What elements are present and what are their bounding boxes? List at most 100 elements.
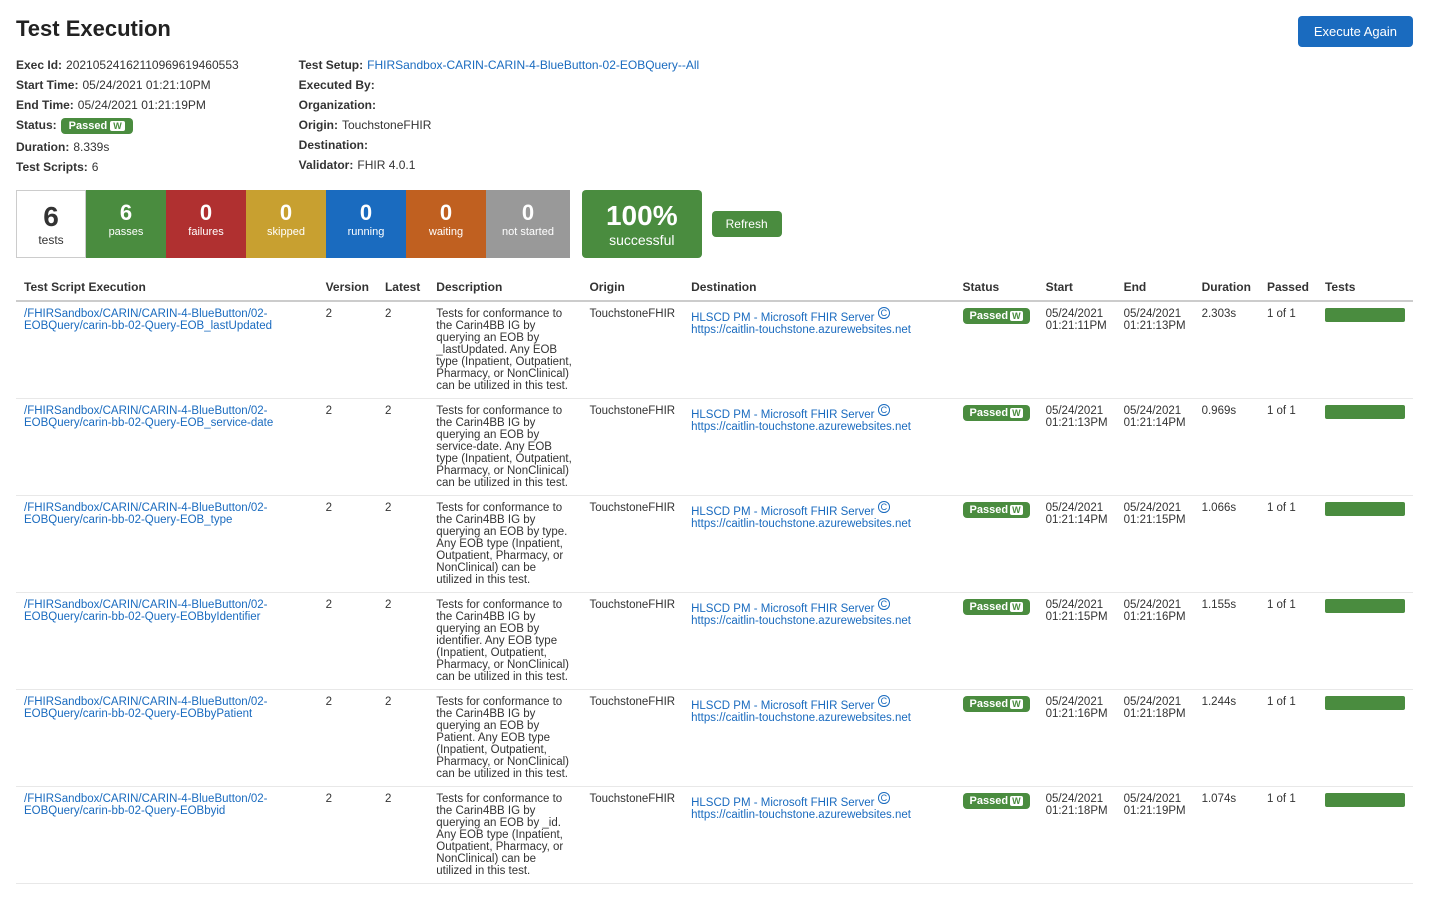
table-row: /FHIRSandbox/CARIN/CARIN-4-BlueButton/02… (16, 399, 1413, 496)
col-header-latest: Latest (377, 274, 428, 301)
progress-bar-fill (1325, 793, 1405, 807)
destination-cell: HLSCD PM - Microsoft FHIR Server C https… (683, 690, 954, 787)
col-header-version: Version (318, 274, 377, 301)
script-link[interactable]: /FHIRSandbox/CARIN/CARIN-4-BlueButton/02… (24, 599, 310, 623)
row-status-badge: Passed W (963, 793, 1030, 809)
progress-bar-fill (1325, 405, 1405, 419)
version-cell: 2 (318, 787, 377, 884)
description-cell: Tests for conformance to the Carin4BB IG… (428, 496, 581, 593)
start-cell: 05/24/202101:21:11PM (1038, 301, 1116, 399)
destination-cell: HLSCD PM - Microsoft FHIR Server C https… (683, 593, 954, 690)
destination-cell: HLSCD PM - Microsoft FHIR Server C https… (683, 399, 954, 496)
origin-cell: TouchstoneFHIR (581, 593, 683, 690)
summary-skipped: 0 skipped (246, 190, 326, 258)
description-cell: Tests for conformance to the Carin4BB IG… (428, 690, 581, 787)
destination-link[interactable]: HLSCD PM - Microsoft FHIR Server C https… (691, 409, 911, 433)
passed-cell: 1 of 1 (1259, 399, 1317, 496)
status-w-badge: W (110, 121, 125, 131)
execute-again-button[interactable]: Execute Again (1298, 16, 1413, 47)
duration-cell: 1.244s (1194, 690, 1259, 787)
failures-label: failures (182, 226, 230, 238)
end-cell: 05/24/202101:21:18PM (1116, 690, 1194, 787)
progress-bar-wrap (1325, 308, 1405, 322)
latest-cell: 2 (377, 301, 428, 399)
destination-link[interactable]: HLSCD PM - Microsoft FHIR Server C https… (691, 312, 911, 336)
exec-id-row: Exec Id: 20210524162110969619460553 (16, 58, 239, 72)
tests-cell (1317, 399, 1413, 496)
destination-cell: HLSCD PM - Microsoft FHIR Server C https… (683, 301, 954, 399)
test-scripts-label: Test Scripts: (16, 160, 88, 174)
waiting-label: waiting (422, 226, 470, 238)
tests-cell (1317, 301, 1413, 399)
table-row: /FHIRSandbox/CARIN/CARIN-4-BlueButton/02… (16, 593, 1413, 690)
exec-id-value: 20210524162110969619460553 (66, 58, 239, 72)
notstarted-label: not started (502, 226, 554, 238)
passed-cell: 1 of 1 (1259, 301, 1317, 399)
waiting-num: 0 (422, 200, 470, 226)
end-time-row: End Time: 05/24/2021 01:21:19PM (16, 98, 239, 112)
test-setup-link[interactable]: FHIRSandbox-CARIN-CARIN-4-BlueButton-02-… (367, 58, 699, 72)
row-status-badge: Passed W (963, 696, 1030, 712)
destination-link[interactable]: HLSCD PM - Microsoft FHIR Server C https… (691, 700, 911, 724)
summary-notstarted: 0 not started (486, 190, 570, 258)
version-cell: 2 (318, 593, 377, 690)
destination-link[interactable]: HLSCD PM - Microsoft FHIR Server C https… (691, 506, 911, 530)
progress-bar-fill (1325, 502, 1405, 516)
row-status-badge: Passed W (963, 308, 1030, 324)
script-link[interactable]: /FHIRSandbox/CARIN/CARIN-4-BlueButton/02… (24, 793, 310, 817)
end-cell: 05/24/202101:21:19PM (1116, 787, 1194, 884)
tests-cell (1317, 787, 1413, 884)
summary-running: 0 running (326, 190, 406, 258)
results-table: Test Script Execution Version Latest Des… (16, 274, 1413, 884)
destination-link[interactable]: HLSCD PM - Microsoft FHIR Server C https… (691, 603, 911, 627)
script-link[interactable]: /FHIRSandbox/CARIN/CARIN-4-BlueButton/02… (24, 308, 310, 332)
summary-success: 100% successful (582, 190, 702, 258)
description-cell: Tests for conformance to the Carin4BB IG… (428, 593, 581, 690)
duration-cell: 1.155s (1194, 593, 1259, 690)
start-time-row: Start Time: 05/24/2021 01:21:10PM (16, 78, 239, 92)
passed-cell: 1 of 1 (1259, 496, 1317, 593)
exec-id-label: Exec Id: (16, 58, 62, 72)
description-cell: Tests for conformance to the Carin4BB IG… (428, 787, 581, 884)
destination-link[interactable]: HLSCD PM - Microsoft FHIR Server C https… (691, 797, 911, 821)
end-time-label: End Time: (16, 98, 74, 112)
status-badge: Passed W (61, 118, 133, 134)
summary-passes: 6 passes (86, 190, 166, 258)
script-link[interactable]: /FHIRSandbox/CARIN/CARIN-4-BlueButton/02… (24, 696, 310, 720)
table-row: /FHIRSandbox/CARIN/CARIN-4-BlueButton/02… (16, 496, 1413, 593)
latest-cell: 2 (377, 399, 428, 496)
version-cell: 2 (318, 399, 377, 496)
skipped-num: 0 (262, 200, 310, 226)
col-header-passed: Passed (1259, 274, 1317, 301)
origin-cell: TouchstoneFHIR (581, 690, 683, 787)
duration-cell: 1.074s (1194, 787, 1259, 884)
script-link[interactable]: /FHIRSandbox/CARIN/CARIN-4-BlueButton/02… (24, 502, 310, 526)
col-header-script: Test Script Execution (16, 274, 318, 301)
tests-cell (1317, 496, 1413, 593)
passed-cell: 1 of 1 (1259, 787, 1317, 884)
start-cell: 05/24/202101:21:16PM (1038, 690, 1116, 787)
progress-bar-fill (1325, 599, 1405, 613)
origin-cell: TouchstoneFHIR (581, 301, 683, 399)
end-cell: 05/24/202101:21:14PM (1116, 399, 1194, 496)
description-cell: Tests for conformance to the Carin4BB IG… (428, 399, 581, 496)
test-scripts-value: 6 (92, 160, 99, 174)
start-time-value: 05/24/2021 01:21:10PM (82, 78, 210, 92)
refresh-button[interactable]: Refresh (712, 211, 782, 237)
validator-row: Validator: FHIR 4.0.1 (299, 158, 700, 172)
test-setup-row: Test Setup: FHIRSandbox-CARIN-CARIN-4-Bl… (299, 58, 700, 72)
summary-bar: 6 tests 6 passes 0 failures 0 skipped 0 … (16, 190, 1413, 258)
script-link[interactable]: /FHIRSandbox/CARIN/CARIN-4-BlueButton/02… (24, 405, 310, 429)
tests-cell (1317, 690, 1413, 787)
origin-row: Origin: TouchstoneFHIR (299, 118, 700, 132)
tests-label: tests (33, 233, 69, 247)
version-cell: 2 (318, 496, 377, 593)
origin-value: TouchstoneFHIR (342, 118, 431, 132)
end-time-value: 05/24/2021 01:21:19PM (78, 98, 206, 112)
end-cell: 05/24/202101:21:13PM (1116, 301, 1194, 399)
notstarted-num: 0 (502, 200, 554, 226)
passed-cell: 1 of 1 (1259, 690, 1317, 787)
row-status-badge: Passed W (963, 502, 1030, 518)
status-cell: Passed W (955, 301, 1038, 399)
start-cell: 05/24/202101:21:18PM (1038, 787, 1116, 884)
